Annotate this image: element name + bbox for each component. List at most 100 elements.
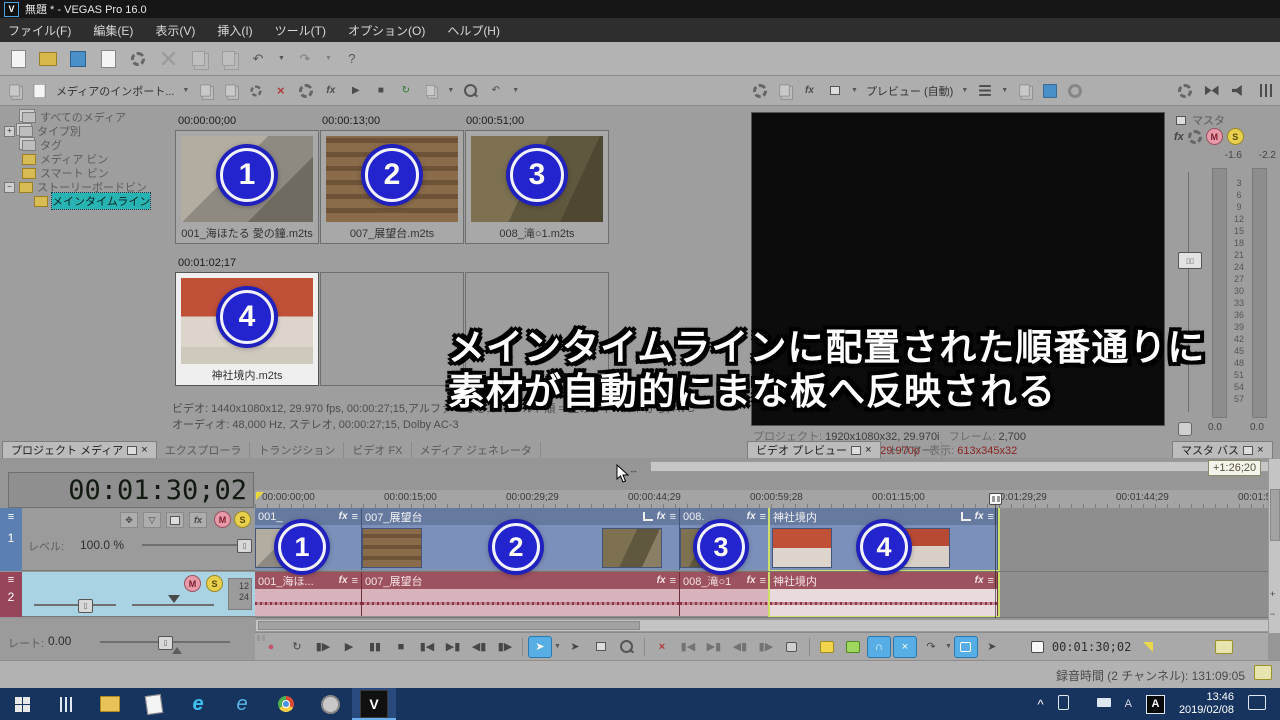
envelope-icon[interactable]: [1215, 640, 1233, 654]
ime-input-indicator[interactable]: A: [1125, 698, 1132, 710]
tree-item-media-bin[interactable]: メディア ビン: [4, 152, 166, 166]
master-mute-icon[interactable]: M: [1206, 128, 1223, 145]
media-properties-gear-icon[interactable]: [297, 82, 314, 99]
camera-tray-icon[interactable]: [1097, 698, 1111, 710]
views-icon[interactable]: [422, 82, 439, 99]
volume-slider[interactable]: ▯: [34, 604, 116, 606]
level-slider[interactable]: ▯: [142, 544, 250, 546]
paste-button[interactable]: [218, 49, 238, 69]
float-window-icon[interactable]: [127, 446, 137, 455]
downmix-icon[interactable]: [1203, 82, 1220, 99]
undo-button[interactable]: ↶: [248, 49, 268, 69]
redo-button[interactable]: ↷: [295, 49, 315, 69]
pan-slider[interactable]: [132, 604, 214, 606]
menu-insert[interactable]: 挿入(I): [217, 22, 252, 39]
file-explorer-icon[interactable]: [88, 688, 132, 720]
master-fader-handle[interactable]: ▯▯: [1178, 252, 1202, 269]
timeline-v-scrollbar[interactable]: + −: [1268, 458, 1280, 634]
menu-edit[interactable]: 編集(E): [93, 22, 133, 39]
media-app-icon[interactable]: [308, 688, 352, 720]
compositing-icon[interactable]: [166, 512, 184, 528]
ie-browser-icon[interactable]: e: [220, 688, 264, 720]
track-mute-icon[interactable]: M: [184, 575, 201, 592]
loop-region-marker[interactable]: [256, 492, 264, 500]
taskbar-clock[interactable]: 13:46 2019/02/08: [1179, 691, 1234, 717]
v-scroll-thumb[interactable]: [1270, 489, 1280, 541]
track-solo-icon[interactable]: S: [234, 511, 251, 528]
float-window-icon[interactable]: [851, 446, 861, 455]
close-icon[interactable]: ×: [865, 444, 871, 456]
lock-envelopes-toggle[interactable]: [954, 636, 978, 658]
pan-slider-handle[interactable]: [168, 595, 180, 603]
track-fx-icon[interactable]: fx: [189, 512, 207, 528]
split-screen-icon[interactable]: [826, 82, 843, 99]
media-fx-icon[interactable]: fx: [322, 82, 339, 99]
master-fx-icon[interactable]: fx: [1174, 131, 1184, 143]
timeline-h-scrollbar[interactable]: [255, 619, 1270, 632]
overlays-dropdown[interactable]: ▼: [1001, 87, 1008, 94]
save-snapshot-icon[interactable]: [1041, 82, 1058, 99]
ripple-dropdown[interactable]: ▼: [945, 643, 952, 650]
media-undo-dropdown[interactable]: ▼: [512, 87, 519, 94]
media-thumbnail-1[interactable]: 1 001_海ほたる 愛の鐘.m2ts: [175, 130, 319, 244]
trim-start-button[interactable]: ▮◀: [676, 636, 700, 658]
audio-track-lane[interactable]: 001_海ほ...fx≡ 007_展望台fx≡ 008_滝○1fx≡ 神社境内f…: [255, 572, 1268, 618]
master-solo-icon[interactable]: S: [1227, 128, 1244, 145]
video-track-lane[interactable]: 001_fx≡ 007_展望台fx≡ 008.fx≡ 神社境内fx≡: [255, 508, 1268, 572]
menu-options[interactable]: オプション(O): [348, 22, 425, 39]
menu-help[interactable]: ヘルプ(H): [447, 22, 500, 39]
search-icon[interactable]: [462, 82, 479, 99]
tray-chevron-icon[interactable]: ^: [1037, 697, 1043, 712]
cut-button[interactable]: [158, 49, 178, 69]
tab-project-media[interactable]: プロジェクト メディア×: [2, 441, 157, 458]
import-dropdown[interactable]: ▼: [182, 87, 189, 94]
auto-preview-icon[interactable]: ↻: [397, 82, 414, 99]
media-thumbnail-4[interactable]: 4 神社境内.m2ts: [175, 272, 319, 386]
zoom-tool-button[interactable]: [615, 636, 639, 658]
split-screen-dropdown[interactable]: ▼: [851, 87, 858, 94]
capture-icon[interactable]: [1066, 82, 1083, 99]
preview-quality-button[interactable]: プレビュー (自動): [866, 83, 953, 99]
copy-snapshot-icon[interactable]: [1016, 82, 1033, 99]
save-button[interactable]: [68, 49, 88, 69]
zoom-out-button[interactable]: −: [1270, 609, 1275, 619]
redo-dropdown[interactable]: ▼: [325, 55, 332, 62]
expand-icon[interactable]: +: [4, 126, 15, 137]
start-button[interactable]: [0, 688, 44, 720]
chrome-browser-icon[interactable]: [264, 688, 308, 720]
menu-file[interactable]: ファイル(F): [8, 22, 71, 39]
loop-playback-button[interactable]: ↻: [285, 636, 309, 658]
task-view-button[interactable]: [44, 688, 88, 720]
track-mute-icon[interactable]: M: [214, 511, 231, 528]
import-media-button[interactable]: メディアのインポート...: [56, 83, 174, 99]
tab-video-preview[interactable]: ビデオ プレビュー×: [747, 441, 881, 458]
interactive-help-button[interactable]: ?: [342, 49, 362, 69]
tree-item-smart-bin[interactable]: スマート ビン: [4, 166, 166, 180]
track-menu-icon[interactable]: ≡: [0, 574, 22, 586]
timeline-ruler[interactable]: 00:00:00;00 00:00:15;00 00:00:29;29 00:0…: [255, 490, 1268, 509]
lock-button[interactable]: [780, 636, 804, 658]
pause-button[interactable]: ▮▮: [363, 636, 387, 658]
trim-right-button[interactable]: ▮▶: [754, 636, 778, 658]
tab-media-generators[interactable]: メディア ジェネレータ: [412, 442, 541, 458]
mixer-sliders-icon[interactable]: [1257, 82, 1274, 99]
media-thumbnail-2[interactable]: 2 007_展望台.m2ts: [320, 130, 464, 244]
menu-view[interactable]: 表示(V): [155, 22, 195, 39]
vegas-taskbar-icon[interactable]: V: [352, 688, 396, 720]
video-output-fx-icon[interactable]: fx: [801, 82, 818, 99]
track-height-icon[interactable]: ▽: [143, 512, 161, 528]
rate-slider-handle[interactable]: ▯: [158, 636, 173, 650]
track-menu-icon[interactable]: ≡: [0, 511, 22, 523]
audio-clip-4[interactable]: 神社境内fx≡: [770, 572, 998, 616]
remove-unused-media-icon[interactable]: [6, 82, 23, 99]
overlays-grid-icon[interactable]: [976, 82, 993, 99]
volume-slider-handle[interactable]: ▯: [78, 599, 93, 613]
ripple-edit-button[interactable]: ↷: [919, 636, 943, 658]
views-dropdown[interactable]: ▼: [447, 87, 454, 94]
master-gear-icon[interactable]: [1188, 130, 1202, 144]
media-undo-icon[interactable]: ↶: [487, 82, 504, 99]
rate-slider[interactable]: ▯: [100, 641, 230, 643]
timeline-timecode-display[interactable]: 00:01:30;02: [8, 472, 254, 508]
transport-timecode[interactable]: 00:01:30;02: [1052, 640, 1131, 654]
level-slider-handle[interactable]: ▯: [237, 539, 252, 553]
